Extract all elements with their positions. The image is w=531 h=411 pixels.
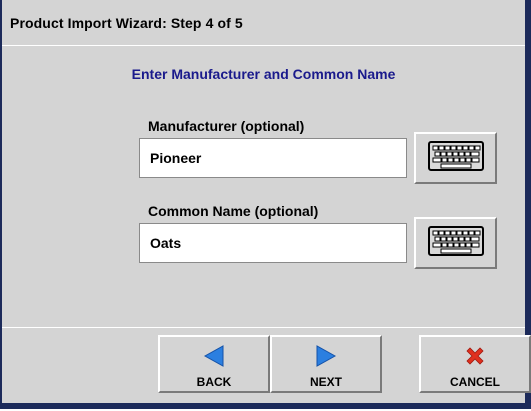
keyboard-icon (427, 225, 484, 261)
back-button[interactable]: BACK (158, 335, 270, 393)
next-button[interactable]: NEXT (270, 335, 382, 393)
arrow-right-icon (315, 345, 337, 372)
keyboard-icon (427, 140, 484, 176)
x-icon (464, 345, 486, 372)
manufacturer-keyboard-button[interactable] (414, 132, 497, 184)
common-name-label: Common Name (optional) (148, 203, 319, 219)
cancel-label: CANCEL (450, 375, 500, 389)
manufacturer-label: Manufacturer (optional) (148, 118, 305, 134)
cancel-button[interactable]: CANCEL (419, 335, 531, 393)
dialog-title: Product Import Wizard: Step 4 of 5 (10, 15, 243, 31)
common-name-keyboard-button[interactable] (414, 217, 497, 269)
title-bar: Product Import Wizard: Step 4 of 5 (2, 0, 525, 46)
manufacturer-input[interactable] (139, 138, 407, 178)
arrow-left-icon (203, 345, 225, 372)
back-label: BACK (196, 375, 232, 389)
footer-divider (2, 327, 525, 328)
wizard-window: Product Import Wizard: Step 4 of 5 Enter… (0, 0, 531, 409)
next-label: NEXT (309, 375, 342, 389)
instruction-text: Enter Manufacturer and Common Name (131, 66, 396, 82)
common-name-input[interactable] (139, 223, 407, 263)
